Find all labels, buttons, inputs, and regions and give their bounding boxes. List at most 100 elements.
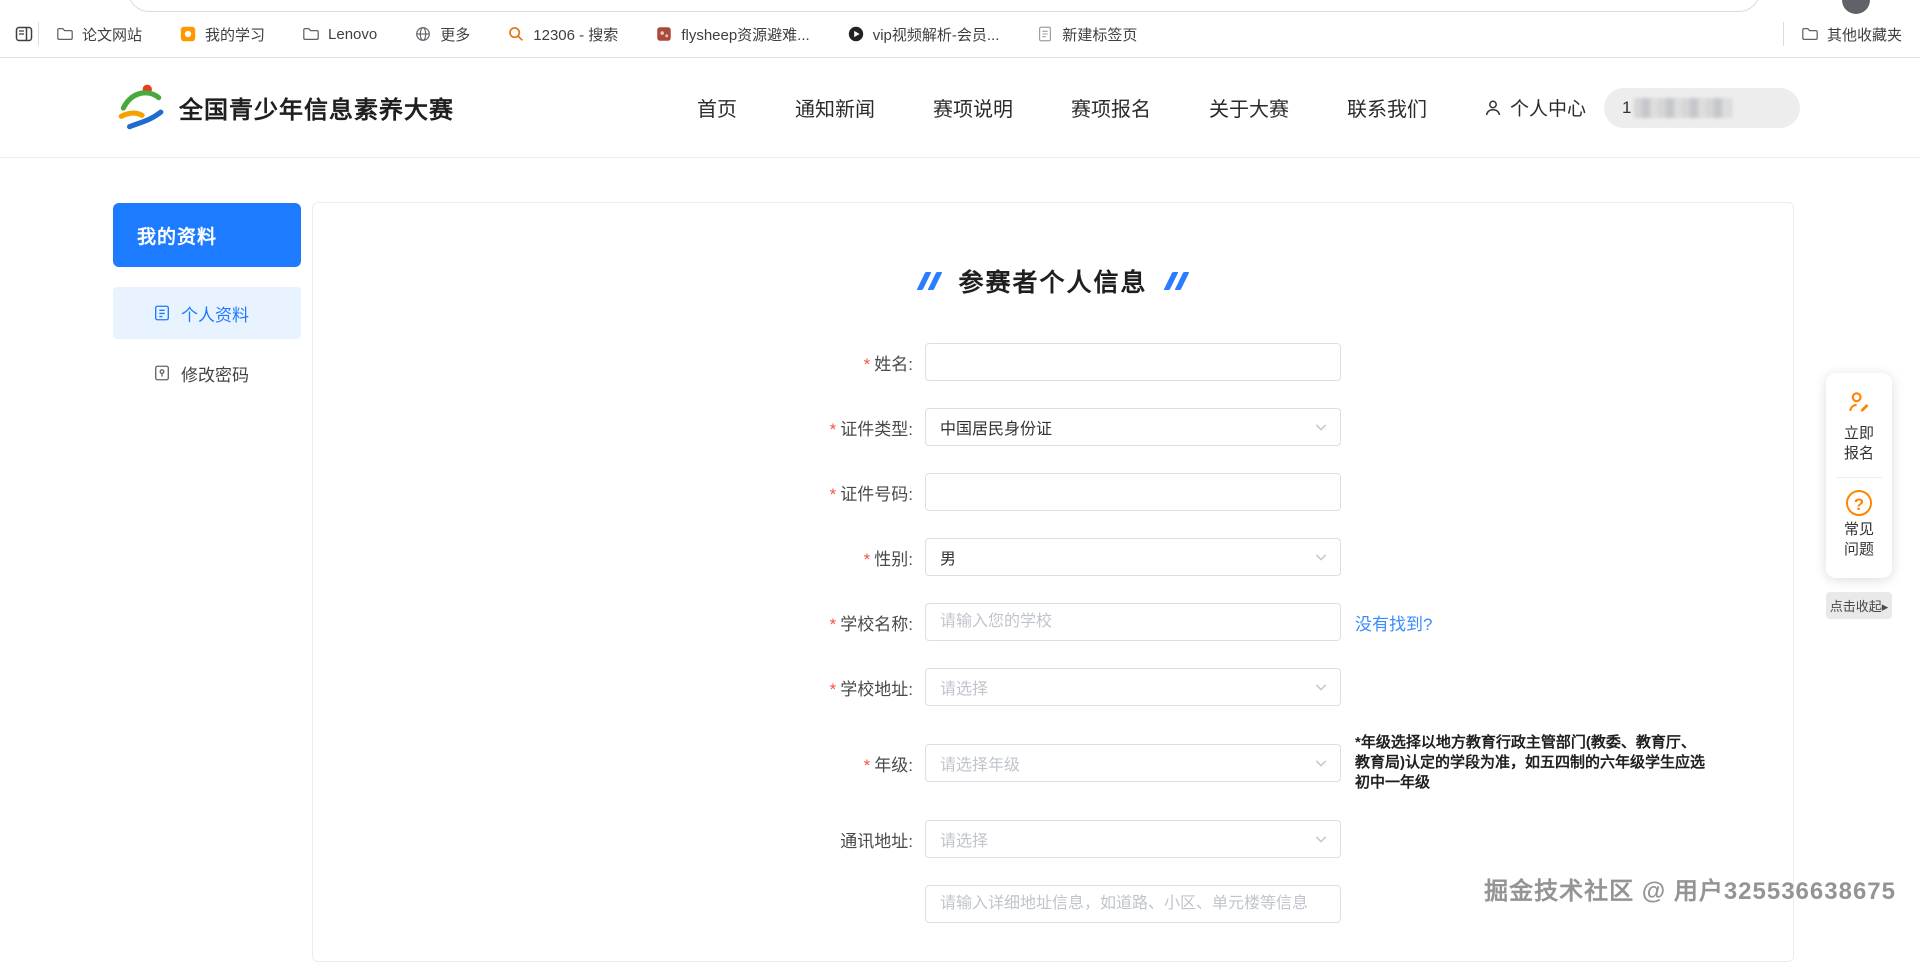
orange-badge-icon bbox=[178, 24, 198, 44]
password-card-icon bbox=[155, 365, 169, 381]
side-panel-icon[interactable] bbox=[14, 24, 34, 44]
register-label-line2: 报名 bbox=[1843, 445, 1874, 463]
bookmark-item[interactable]: vip视频解析-会员... bbox=[846, 24, 1000, 45]
bookmark-item[interactable]: 新建标签页 bbox=[1035, 24, 1137, 45]
gender-value: 男 bbox=[940, 551, 957, 568]
required-asterisk: * bbox=[863, 755, 871, 775]
site-title: 全国青少年信息素养大赛 bbox=[179, 97, 454, 124]
chevron-down-icon bbox=[1315, 424, 1327, 431]
id-number-input[interactable] bbox=[925, 473, 1341, 511]
other-bookmarks-button[interactable]: 其他收藏夹 bbox=[1800, 24, 1902, 45]
bookmark-item[interactable]: 论文网站 bbox=[55, 24, 142, 45]
globe-icon bbox=[413, 24, 433, 44]
chevron-down-icon bbox=[1315, 554, 1327, 561]
grade-select[interactable]: 请选择年级 bbox=[925, 744, 1341, 782]
collapse-panel-button[interactable]: 点击收起▸ bbox=[1826, 592, 1892, 619]
site-logo-icon bbox=[118, 84, 164, 129]
bookmark-item[interactable]: flysheep资源避难... bbox=[654, 24, 810, 45]
form-row-gender: * 性别: 男 bbox=[313, 538, 1793, 576]
field-label: 证件类型: bbox=[840, 419, 913, 439]
form-row-school-address: * 学校地址: 请选择 bbox=[313, 668, 1793, 706]
watermark: 掘金技术社区 @ 用户325536638675 bbox=[1484, 878, 1896, 905]
bookmark-label: 论文网站 bbox=[82, 26, 143, 44]
field-label: 学校名称: bbox=[840, 614, 913, 634]
bookmarks-bar: 论文网站 我的学习 Lenovo 更多 12306 - 搜索 flysheep资… bbox=[0, 12, 1920, 56]
personal-info-card: 参赛者个人信息 * 姓名: * 证件类型: 中国居民身份证 * 证件号码: * 性别: bbox=[312, 202, 1794, 962]
gender-select[interactable]: 男 bbox=[925, 538, 1341, 576]
user-center-label: 个人中心 bbox=[1509, 99, 1586, 120]
address-bar[interactable] bbox=[128, 0, 1760, 12]
required-asterisk: * bbox=[829, 484, 837, 504]
bookmarks-separator bbox=[1782, 22, 1784, 46]
sidebar-item-label: 修改密码 bbox=[181, 365, 249, 385]
bookmark-label: 我的学习 bbox=[205, 26, 266, 44]
nav-item-event-info[interactable]: 赛项说明 bbox=[933, 93, 1013, 122]
faq-label-line1: 常见 bbox=[1843, 520, 1874, 538]
sidebar-item-change-password[interactable]: 修改密码 bbox=[113, 347, 301, 399]
form-row-mailing-address: 通讯地址: 请选择 bbox=[313, 820, 1793, 858]
field-label: 证件号码: bbox=[840, 484, 913, 504]
form-row-id-type: * 证件类型: 中国居民身份证 bbox=[313, 408, 1793, 446]
register-now-button[interactable]: 立即 报名 bbox=[1826, 385, 1892, 473]
address-detail-input[interactable] bbox=[925, 885, 1341, 923]
folder-icon bbox=[1800, 24, 1820, 44]
bookmark-item[interactable]: 12306 - 搜索 bbox=[506, 24, 618, 45]
mailing-address-select[interactable]: 请选择 bbox=[925, 820, 1341, 858]
user-center-button[interactable]: 个人中心 bbox=[1483, 94, 1586, 121]
red-site-icon bbox=[654, 24, 674, 44]
field-label: 姓名: bbox=[874, 354, 913, 374]
bookmark-item[interactable]: 更多 bbox=[413, 24, 470, 45]
bookmark-label: flysheep资源避难... bbox=[681, 26, 810, 44]
field-label: 学校地址: bbox=[840, 679, 913, 699]
sidebar-item-label: 个人资料 bbox=[181, 305, 249, 325]
bookmark-item[interactable]: Lenovo bbox=[301, 24, 377, 44]
bookmark-label: vip视频解析-会员... bbox=[872, 26, 1000, 44]
sidebar-title: 我的资料 bbox=[113, 203, 301, 267]
form-row-id-number: * 证件号码: bbox=[313, 473, 1793, 511]
nav-item-registration[interactable]: 赛项报名 bbox=[1071, 93, 1151, 122]
bookmarks-separator bbox=[38, 22, 39, 46]
form-row-name: * 姓名: bbox=[313, 343, 1793, 381]
faq-label-line2: 问题 bbox=[1843, 540, 1874, 558]
bookmark-label: 12306 - 搜索 bbox=[533, 26, 619, 44]
folder-icon bbox=[301, 24, 321, 44]
panel-divider bbox=[1836, 476, 1882, 478]
user-phone-button[interactable]: 1 bbox=[1604, 87, 1800, 128]
phone-prefix: 1 bbox=[1622, 97, 1632, 117]
sidebar-menu: 个人资料 修改密码 bbox=[113, 287, 301, 399]
name-input[interactable] bbox=[925, 343, 1341, 381]
grade-note: *年级选择以地方教育行政主管部门(教委、教育厅、教育局)认定的学段为准，如五四制… bbox=[1355, 734, 1705, 791]
browser-chrome: 论文网站 我的学习 Lenovo 更多 12306 - 搜索 flysheep资… bbox=[0, 0, 1920, 58]
nav-item-home[interactable]: 首页 bbox=[697, 93, 737, 122]
bookmark-label: 更多 bbox=[440, 26, 471, 44]
other-bookmarks-label: 其他收藏夹 bbox=[1826, 26, 1902, 44]
main-nav: 首页 通知新闻 赛项说明 赛项报名 关于大赛 联系我们 bbox=[697, 93, 1427, 122]
title-slashes-right-icon bbox=[1163, 272, 1189, 290]
required-asterisk: * bbox=[829, 419, 837, 439]
school-not-found-link[interactable]: 没有找到? bbox=[1355, 610, 1432, 635]
id-type-select[interactable]: 中国居民身份证 bbox=[925, 408, 1341, 446]
bookmark-item[interactable]: 我的学习 bbox=[178, 24, 265, 45]
nav-item-contact[interactable]: 联系我们 bbox=[1347, 93, 1427, 122]
phone-mosaic bbox=[1634, 97, 1733, 118]
required-asterisk: * bbox=[863, 549, 871, 569]
school-name-input[interactable] bbox=[925, 603, 1341, 641]
question-mark-icon: ? bbox=[1846, 489, 1872, 516]
field-label: 年级: bbox=[874, 755, 913, 775]
profile-sidebar: 我的资料 个人资料 修改密码 bbox=[113, 203, 301, 407]
form-title: 参赛者个人信息 bbox=[958, 269, 1148, 297]
grade-placeholder: 请选择年级 bbox=[940, 757, 1021, 774]
chevron-down-icon bbox=[1315, 760, 1327, 767]
sidebar-item-personal-info[interactable]: 个人资料 bbox=[113, 287, 301, 339]
required-asterisk: * bbox=[863, 354, 871, 374]
bookmark-label: Lenovo bbox=[328, 25, 378, 43]
faq-button[interactable]: ? 常见 问题 bbox=[1826, 486, 1892, 569]
nav-item-about[interactable]: 关于大赛 bbox=[1209, 93, 1289, 122]
required-asterisk: * bbox=[829, 614, 837, 634]
required-asterisk: * bbox=[829, 679, 837, 699]
collapse-arrow-icon: ▸ bbox=[1881, 599, 1889, 614]
nav-item-news[interactable]: 通知新闻 bbox=[795, 93, 875, 122]
play-icon bbox=[846, 24, 866, 44]
title-slashes-left-icon bbox=[917, 272, 943, 290]
school-address-select[interactable]: 请选择 bbox=[925, 668, 1341, 706]
